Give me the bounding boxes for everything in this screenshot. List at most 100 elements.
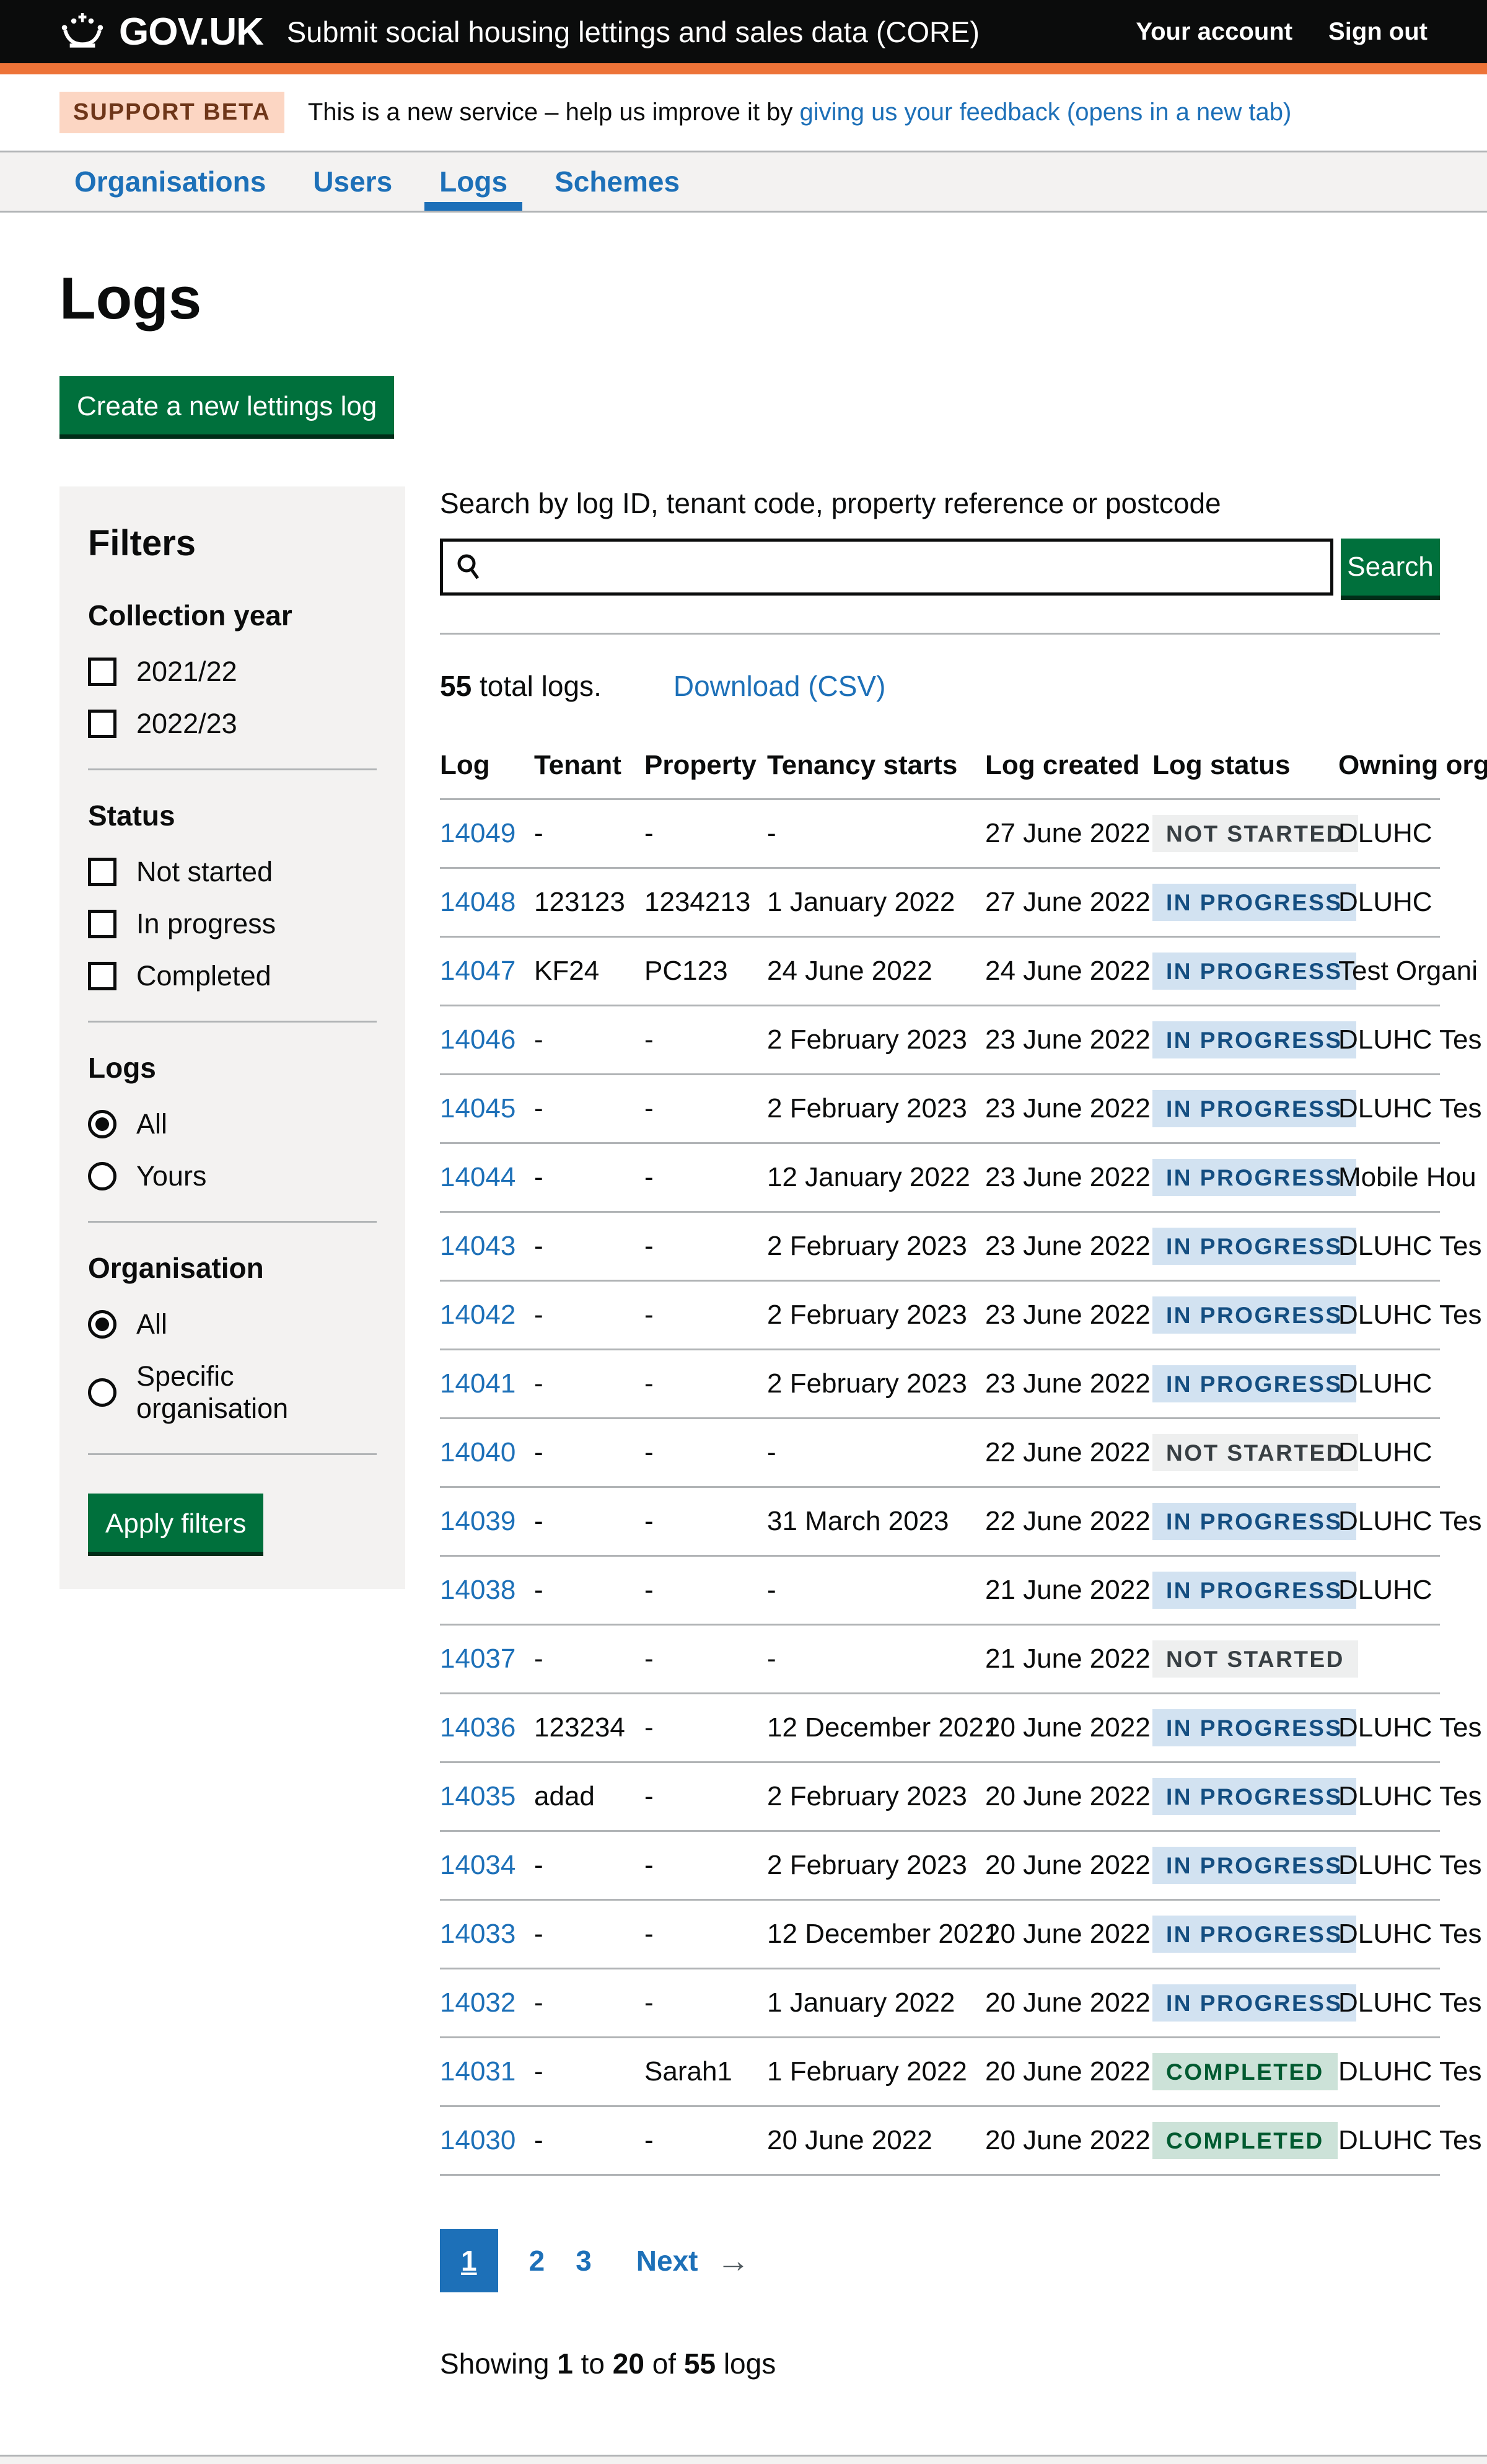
filter-group-organisation: Organisation All Specific organisation (88, 1251, 377, 1425)
radio-logs-all[interactable]: All (88, 1108, 377, 1140)
log-id-link[interactable]: 14043 (440, 1231, 515, 1261)
status-badge: NOT STARTED (1152, 1640, 1358, 1678)
checkbox-2021-22[interactable]: 2021/22 (88, 656, 377, 688)
log-id-link[interactable]: 14030 (440, 2125, 515, 2155)
log-cell: 14032 (440, 1969, 534, 2038)
checkbox-not-started[interactable]: Not started (88, 856, 377, 888)
owning-cell: DLUHC Tes (1338, 1006, 1440, 1075)
header-account-nav: Your account Sign out (1136, 18, 1428, 46)
pagination-current-page[interactable]: 1 (440, 2229, 498, 2292)
log-id-link[interactable]: 14049 (440, 818, 515, 848)
table-row: 14031-Sarah11 February 202220 June 2022C… (440, 2038, 1440, 2106)
status-label: Status (88, 799, 377, 832)
log-id-link[interactable]: 14033 (440, 1919, 515, 1949)
your-account-link[interactable]: Your account (1136, 18, 1292, 46)
radio-icon-selected[interactable] (88, 1110, 116, 1138)
log-id-link[interactable]: 14048 (440, 887, 515, 917)
log-id-link[interactable]: 14035 (440, 1781, 515, 1811)
property-cell: 1234213 (644, 868, 767, 937)
property-value: - (644, 1919, 654, 1949)
table-row: 14044--12 January 202223 June 2022IN PRO… (440, 1143, 1440, 1212)
tenant-value: - (534, 1300, 543, 1330)
log-id-link[interactable]: 14032 (440, 1987, 515, 2018)
radio-organisation-specific[interactable]: Specific organisation (88, 1360, 377, 1425)
log-id-link[interactable]: 14038 (440, 1575, 515, 1605)
owning-cell: DLUHC Tes (1338, 1969, 1440, 2038)
tab-users[interactable]: Users (298, 152, 407, 211)
property-cell: - (644, 1625, 767, 1694)
checkbox-icon[interactable] (88, 962, 116, 990)
next-arrow-icon: → (717, 2242, 750, 2280)
search-input[interactable] (493, 542, 1319, 592)
tenant-value: KF24 (534, 956, 599, 986)
table-row: 14039--31 March 202322 June 2022IN PROGR… (440, 1487, 1440, 1556)
log-id-link[interactable]: 14042 (440, 1300, 515, 1330)
log-cell: 14041 (440, 1350, 534, 1419)
radio-logs-yours[interactable]: Yours (88, 1160, 377, 1192)
pagination-page-2[interactable]: 2 (529, 2244, 545, 2277)
create-lettings-log-button[interactable]: Create a new lettings log (59, 376, 394, 434)
property-cell: - (644, 1281, 767, 1350)
radio-organisation-all[interactable]: All (88, 1308, 377, 1340)
table-row: 14045--2 February 202323 June 2022IN PRO… (440, 1075, 1440, 1143)
pagination-next-link[interactable]: Next (636, 2244, 698, 2277)
checkbox-icon[interactable] (88, 658, 116, 686)
checkbox-completed[interactable]: Completed (88, 960, 377, 992)
checkbox-icon[interactable] (88, 858, 116, 886)
log-id-link[interactable]: 14037 (440, 1643, 515, 1674)
log-id-link[interactable]: 14040 (440, 1437, 515, 1467)
log-id-link[interactable]: 14036 (440, 1712, 515, 1743)
log-id-link[interactable]: 14039 (440, 1506, 515, 1536)
search-button[interactable]: Search (1341, 539, 1440, 596)
log-status-cell: IN PROGRESS (1152, 1143, 1338, 1212)
log-id-link[interactable]: 14041 (440, 1368, 515, 1399)
download-csv-link[interactable]: Download (CSV) (673, 669, 886, 703)
govuk-home-link[interactable]: GOV.UK (59, 10, 263, 54)
log-status-cell: IN PROGRESS (1152, 1075, 1338, 1143)
tenancy-starts-cell: 2 February 2023 (767, 1350, 985, 1419)
showing-from: 1 (557, 2347, 573, 2380)
sign-out-link[interactable]: Sign out (1328, 18, 1428, 46)
owning-cell: DLUHC Tes (1338, 1762, 1440, 1831)
tab-logs[interactable]: Logs (424, 152, 522, 211)
tenant-cell: adad (534, 1762, 644, 1831)
radio-icon[interactable] (88, 1162, 116, 1190)
property-cell: - (644, 1212, 767, 1281)
checkbox-icon[interactable] (88, 910, 116, 938)
feedback-link[interactable]: giving us your feedback (opens in a new … (800, 99, 1292, 126)
tenant-cell: - (534, 1212, 644, 1281)
log-status-cell: COMPLETED (1152, 2038, 1338, 2106)
log-id-link[interactable]: 14031 (440, 2056, 515, 2087)
option-label: All (136, 1308, 167, 1340)
radio-icon-selected[interactable] (88, 1310, 116, 1339)
radio-icon[interactable] (88, 1378, 116, 1407)
tenant-cell: - (534, 1143, 644, 1212)
checkbox-in-progress[interactable]: In progress (88, 908, 377, 940)
log-id-link[interactable]: 14045 (440, 1093, 515, 1124)
log-created-cell: 20 June 2022 (985, 1694, 1152, 1762)
status-badge: IN PROGRESS (1152, 1296, 1356, 1334)
tenant-value: adad (534, 1781, 595, 1811)
log-id-link[interactable]: 14044 (440, 1162, 515, 1192)
logs-label: Logs (88, 1051, 377, 1085)
checkbox-icon[interactable] (88, 710, 116, 738)
service-name-link[interactable]: Submit social housing lettings and sales… (287, 15, 980, 49)
log-id-link[interactable]: 14046 (440, 1024, 515, 1055)
tab-organisations[interactable]: Organisations (59, 152, 281, 211)
owning-organisation-value: DLUHC (1338, 1368, 1432, 1399)
tenancy-starts-value: 31 March 2023 (767, 1506, 949, 1536)
checkbox-2022-23[interactable]: 2022/23 (88, 708, 377, 740)
tab-schemes[interactable]: Schemes (540, 152, 695, 211)
log-created-cell: 21 June 2022 (985, 1625, 1152, 1694)
log-id-link[interactable]: 14047 (440, 956, 515, 986)
tenancy-starts-cell: - (767, 1625, 985, 1694)
status-badge: NOT STARTED (1152, 1434, 1358, 1471)
apply-filters-button[interactable]: Apply filters (88, 1494, 263, 1552)
pagination-page-3[interactable]: 3 (576, 2244, 592, 2277)
log-created-cell: 20 June 2022 (985, 1831, 1152, 1900)
log-created-value: 24 June 2022 (985, 956, 1151, 986)
filters-title: Filters (88, 522, 377, 564)
log-id-link[interactable]: 14034 (440, 1850, 515, 1880)
property-value: - (644, 1987, 654, 2018)
tenant-value: - (534, 2125, 543, 2155)
